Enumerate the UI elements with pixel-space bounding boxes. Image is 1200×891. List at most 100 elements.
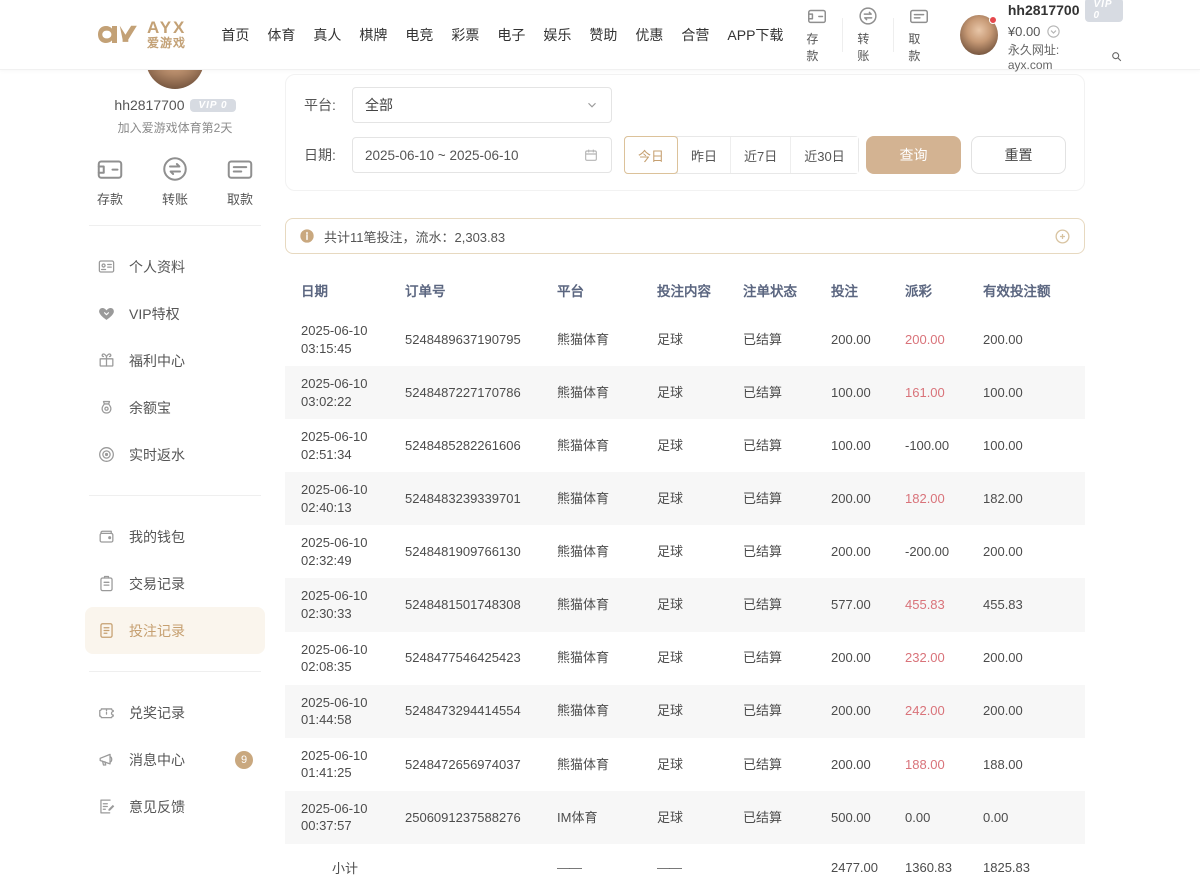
subtotal-label: 小计 (285, 844, 397, 891)
nav-item[interactable]: 娱乐 (534, 19, 580, 51)
quick-action-transfer[interactable]: 转账 (843, 5, 893, 64)
reset-button[interactable]: 重置 (971, 136, 1066, 174)
cell-order: 5248483239339701 (397, 472, 549, 525)
cell-platform: 熊猫体育 (549, 313, 649, 366)
table-row: 2025-06-1001:44:585248473294414554熊猫体育足球… (285, 685, 1085, 738)
nav-item[interactable]: 体育 (258, 19, 304, 51)
header-quick-actions: 存款转账取款 (792, 5, 944, 64)
nav-item[interactable]: APP下载 (718, 19, 792, 51)
cell-bet: 200.00 (823, 685, 897, 738)
cell-payout: 0.00 (897, 791, 975, 844)
sidebar-item[interactable]: 福利中心 (85, 337, 265, 384)
sidebar-action-withdraw[interactable]: 取款 (225, 154, 255, 208)
cell-bet: 500.00 (823, 791, 897, 844)
range-button[interactable]: 近7日 (730, 137, 790, 173)
sidebar-avatar[interactable] (146, 70, 204, 89)
transactions-icon (97, 574, 116, 593)
cell-status: 已结算 (735, 578, 823, 631)
rebate-icon (97, 445, 116, 464)
sidebar-action-deposit[interactable]: 存款 (95, 154, 125, 208)
column-header: 派彩 (897, 267, 975, 313)
cell-date: 2025-06-1003:15:45 (285, 313, 397, 366)
sidebar-item[interactable]: 实时返水 (85, 431, 265, 478)
logo-abbr: AYX (147, 19, 186, 37)
cell-platform: 熊猫体育 (549, 685, 649, 738)
range-button[interactable]: 今日 (624, 136, 678, 174)
nav-item[interactable]: 电竞 (396, 19, 442, 51)
cell-date: 2025-06-1001:41:25 (285, 738, 397, 791)
message-icon (97, 750, 116, 769)
range-button[interactable]: 昨日 (677, 137, 730, 173)
subtotal-platform: —— (549, 844, 649, 891)
cell-platform: 熊猫体育 (549, 525, 649, 578)
nav-item[interactable]: 电子 (488, 19, 534, 51)
expand-plus-icon[interactable] (1054, 228, 1071, 245)
cell-date: 2025-06-1000:37:57 (285, 791, 397, 844)
sidebar-item[interactable]: 投注记录 (85, 607, 265, 654)
quick-action-deposit[interactable]: 存款 (792, 5, 842, 64)
sidebar-item[interactable]: VIP特权 (85, 290, 265, 337)
cell-content: 足球 (649, 632, 735, 685)
sidebar-item[interactable]: 余额宝 (85, 384, 265, 431)
cell-content: 足球 (649, 472, 735, 525)
platform-value: 全部 (365, 95, 393, 115)
table-row: 2025-06-1000:37:572506091237588276IM体育足球… (285, 791, 1085, 844)
moneybag-icon (97, 398, 116, 417)
table-body: 2025-06-1003:15:455248489637190795熊猫体育足球… (285, 313, 1085, 844)
column-header: 投注 (823, 267, 897, 313)
sidebar-item[interactable]: 兑奖记录 (85, 689, 265, 736)
main-nav: 首页体育真人棋牌电竞彩票电子娱乐赞助优惠合营APP下载 (212, 19, 792, 51)
sidebar-item[interactable]: 个人资料 (85, 243, 265, 290)
search-button[interactable]: 查询 (866, 136, 961, 174)
notification-dot (989, 16, 997, 24)
search-icon[interactable] (1110, 50, 1123, 63)
range-button[interactable]: 近30日 (790, 137, 857, 173)
sidebar-item[interactable]: 交易记录 (85, 560, 265, 607)
divider (89, 495, 261, 496)
sidebar-quick-actions: 存款转账取款 (85, 154, 265, 208)
logo-name: 爱游戏 (147, 37, 186, 50)
sidebar-item[interactable]: 意见反馈 (85, 783, 265, 830)
quick-action-withdraw[interactable]: 取款 (894, 5, 944, 64)
cell-payout: 242.00 (897, 685, 975, 738)
date-label: 日期: (304, 145, 352, 165)
nav-item[interactable]: 棋牌 (350, 19, 396, 51)
cell-platform: 熊猫体育 (549, 578, 649, 631)
cell-date: 2025-06-1003:02:22 (285, 366, 397, 419)
cell-order: 5248472656974037 (397, 738, 549, 791)
cell-payout: 232.00 (897, 632, 975, 685)
cell-order: 5248485282261606 (397, 419, 549, 472)
top-header: AYX 爱游戏 首页体育真人棋牌电竞彩票电子娱乐赞助优惠合营APP下载 存款转账… (0, 0, 1200, 70)
brand-logo[interactable]: AYX 爱游戏 (95, 19, 186, 49)
nav-item[interactable]: 优惠 (626, 19, 672, 51)
cell-valid: 188.00 (975, 738, 1085, 791)
subtotal-valid: 1825.83 (975, 844, 1085, 891)
summary-text: 共计11笔投注，流水：2,303.83 (324, 227, 505, 246)
cell-date: 2025-06-1002:51:34 (285, 419, 397, 472)
sidebar-menu: 个人资料VIP特权福利中心余额宝实时返水我的钱包交易记录投注记录兑奖记录消息中心… (85, 225, 265, 830)
nav-item[interactable]: 赞助 (580, 19, 626, 51)
cell-order: 5248481909766130 (397, 525, 549, 578)
sidebar-action-transfer[interactable]: 转账 (160, 154, 190, 208)
user-info: hh2817700 VIP 0 ¥0.00 永久网址: ayx.com (1008, 0, 1123, 72)
cell-platform: IM体育 (549, 791, 649, 844)
logo-mark-icon (95, 20, 139, 50)
platform-select[interactable]: 全部 (352, 87, 612, 123)
column-header: 平台 (549, 267, 649, 313)
sidebar-item[interactable]: 我的钱包 (85, 513, 265, 560)
main-content: 平台: 全部 日期: 2025-06-10 ~ 2025-06-10 今日昨日近… (285, 70, 1085, 891)
balance-refresh-icon[interactable] (1046, 24, 1061, 39)
nav-item[interactable]: 彩票 (442, 19, 488, 51)
cell-valid: 182.00 (975, 472, 1085, 525)
column-header: 订单号 (397, 267, 549, 313)
user-avatar[interactable] (960, 15, 997, 55)
nav-item[interactable]: 真人 (304, 19, 350, 51)
cell-bet: 100.00 (823, 366, 897, 419)
cell-status: 已结算 (735, 366, 823, 419)
nav-item[interactable]: 首页 (212, 19, 258, 51)
date-range-input[interactable]: 2025-06-10 ~ 2025-06-10 (352, 137, 612, 173)
cell-platform: 熊猫体育 (549, 419, 649, 472)
cell-valid: 100.00 (975, 419, 1085, 472)
nav-item[interactable]: 合营 (672, 19, 718, 51)
sidebar-item[interactable]: 消息中心9 (85, 736, 265, 783)
